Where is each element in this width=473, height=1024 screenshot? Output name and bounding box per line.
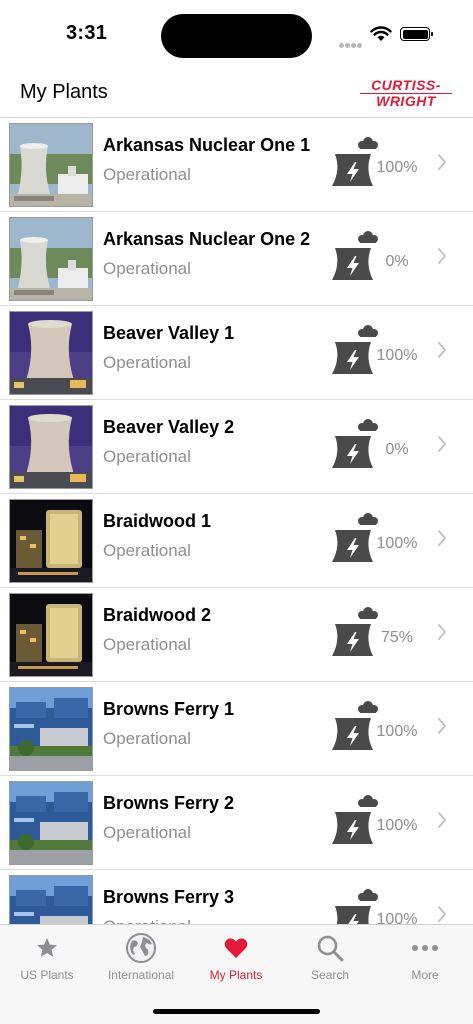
plant-row[interactable]: Beaver Valley 2 Operational 0%: [0, 400, 473, 494]
plant-name: Braidwood 1: [103, 511, 212, 531]
plant-thumbnail: [9, 875, 93, 924]
home-indicator: [153, 1009, 320, 1014]
chevron-right-icon: [437, 435, 447, 458]
plant-name: Beaver Valley 1: [103, 323, 235, 343]
plant-list: Arkansas Nuclear One 1 Operational 100% …: [0, 118, 473, 924]
ellipsis-icon: [378, 932, 472, 964]
power-plant-icon: [331, 794, 379, 849]
plant-status: Operational: [103, 823, 191, 842]
page-title: My Plants: [20, 81, 108, 103]
chevron-right-icon: [437, 623, 447, 646]
plant-thumbnail: [9, 781, 93, 865]
power-plant-icon: [331, 606, 379, 661]
plant-status: Operational: [103, 917, 191, 924]
battery-icon: [400, 27, 433, 41]
power-percentage: 100%: [376, 347, 418, 364]
power-plant-icon: [331, 418, 379, 473]
plant-name: Beaver Valley 2: [103, 417, 235, 437]
plant-thumbnail: [9, 593, 93, 677]
tab-us-plants[interactable]: US Plants: [0, 925, 94, 995]
tab-more[interactable]: More: [378, 925, 472, 995]
chevron-right-icon: [437, 811, 447, 834]
chevron-right-icon: [437, 905, 447, 924]
heart-icon: [189, 932, 283, 964]
plant-row[interactable]: Browns Ferry 1 Operational 100%: [0, 682, 473, 776]
plant-status: Operational: [103, 635, 191, 654]
plant-thumbnail: [9, 311, 93, 395]
status-time: 3:31: [66, 22, 108, 44]
plant-row[interactable]: Braidwood 2 Operational 75%: [0, 588, 473, 682]
chevron-right-icon: [437, 341, 447, 364]
plant-row[interactable]: Beaver Valley 1 Operational 100%: [0, 306, 473, 400]
star-icon: [0, 932, 94, 964]
plant-status: Operational: [103, 165, 191, 184]
power-plant-icon: [331, 230, 379, 285]
power-plant-icon: [331, 136, 379, 191]
plant-thumbnail: [9, 499, 93, 583]
plant-status: Operational: [103, 353, 191, 372]
plant-thumbnail: [9, 217, 93, 301]
curtiss-wright-logo: CURTISS- WRIGHT: [360, 78, 452, 108]
globe-icon: [94, 932, 188, 964]
plant-status: Operational: [103, 541, 191, 560]
tab-label: My Plants: [209, 968, 263, 982]
power-percentage: 75%: [380, 629, 414, 646]
plant-row[interactable]: Arkansas Nuclear One 1 Operational 100%: [0, 118, 473, 212]
wifi-icon: [370, 26, 392, 41]
plant-thumbnail: [9, 405, 93, 489]
tab-label: More: [411, 968, 439, 982]
plant-status: Operational: [103, 447, 191, 466]
plant-name: Browns Ferry 2: [103, 793, 235, 813]
plant-status: Operational: [103, 729, 191, 748]
tab-label: International: [107, 968, 175, 982]
plant-row[interactable]: Arkansas Nuclear One 2 Operational 0%: [0, 212, 473, 306]
plant-status: Operational: [103, 259, 191, 278]
plant-row[interactable]: Browns Ferry 2 Operational 100%: [0, 776, 473, 870]
plant-name: Arkansas Nuclear One 1: [103, 135, 311, 155]
power-plant-icon: [331, 700, 379, 755]
nav-header: My Plants CURTISS- WRIGHT: [0, 70, 473, 118]
chevron-right-icon: [437, 717, 447, 740]
power-percentage: 0%: [385, 441, 409, 458]
tab-label: US Plants: [20, 968, 74, 982]
tab-my-plants[interactable]: My Plants: [189, 925, 283, 995]
power-percentage: 100%: [376, 159, 418, 176]
plant-thumbnail: [9, 687, 93, 771]
magnifier-icon: [283, 932, 377, 964]
power-percentage: 100%: [376, 817, 418, 834]
plant-row[interactable]: Browns Ferry 3 Operational 100%: [0, 870, 473, 924]
status-bar: 3:31: [0, 0, 473, 70]
plant-name: Browns Ferry 3: [103, 887, 235, 907]
tab-bar: US Plants International My Plants Search…: [0, 924, 473, 1024]
chevron-right-icon: [437, 153, 447, 176]
plant-thumbnail: [9, 123, 93, 207]
plant-row[interactable]: Braidwood 1 Operational 100%: [0, 494, 473, 588]
power-plant-icon: [331, 324, 379, 379]
tab-international[interactable]: International: [94, 925, 188, 995]
power-percentage: 100%: [376, 535, 418, 552]
power-percentage: 100%: [376, 723, 418, 740]
plant-name: Arkansas Nuclear One 2: [103, 229, 311, 249]
power-percentage: 0%: [385, 253, 409, 270]
plant-name: Braidwood 2: [103, 605, 212, 625]
power-plant-icon: [331, 512, 379, 567]
dynamic-island: [161, 14, 312, 58]
signal-dots-icon: [339, 35, 363, 48]
power-plant-icon: [331, 888, 379, 924]
chevron-right-icon: [437, 529, 447, 552]
power-percentage: 100%: [376, 911, 418, 924]
plant-name: Browns Ferry 1: [103, 699, 235, 719]
tab-label: Search: [310, 968, 350, 982]
tab-search[interactable]: Search: [283, 925, 377, 995]
chevron-right-icon: [437, 247, 447, 270]
